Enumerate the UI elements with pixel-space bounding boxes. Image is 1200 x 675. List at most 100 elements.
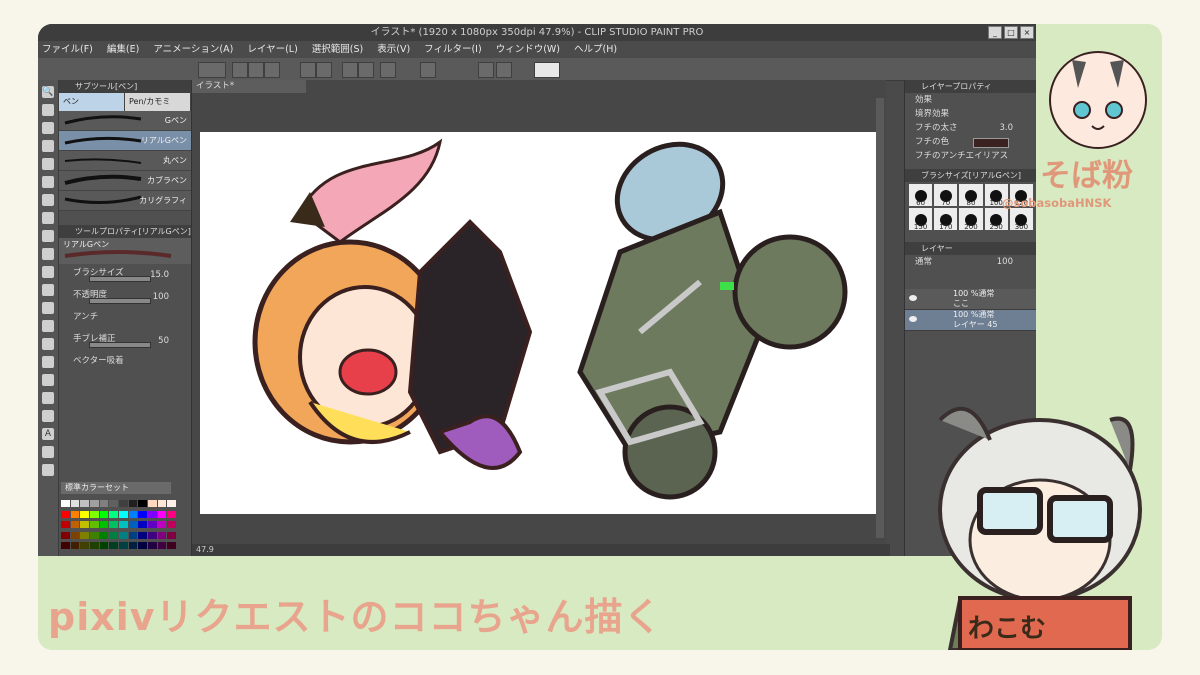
color-swatch[interactable]	[128, 542, 138, 550]
brush-size-option[interactable]: 300	[1009, 208, 1033, 231]
brush-size-option[interactable]: 80	[959, 184, 983, 207]
border-color-swatch[interactable]	[973, 138, 1009, 148]
color-swatch[interactable]	[109, 500, 118, 507]
color-swatch[interactable]	[157, 521, 167, 529]
layer-blend-row[interactable]: 通常 100	[905, 255, 1036, 269]
color-swatch[interactable]	[167, 521, 176, 529]
color-swatch[interactable]	[157, 510, 167, 518]
selection-icon[interactable]	[42, 158, 54, 170]
stabilize-slider[interactable]	[89, 342, 151, 348]
color-swatch[interactable]	[90, 521, 99, 529]
color-swatch[interactable]	[90, 510, 99, 518]
menu-edit[interactable]: 編集(E)	[107, 41, 139, 58]
color-swatch[interactable]	[119, 500, 128, 507]
color-swatch[interactable]	[148, 521, 157, 529]
color-swatch[interactable]	[138, 521, 147, 529]
layer-item[interactable]: 100 %通常 ここ	[905, 289, 1036, 310]
antialias-row[interactable]: アンチ	[59, 308, 191, 330]
open-file-icon[interactable]	[248, 62, 264, 78]
balloon-icon[interactable]	[42, 446, 54, 458]
vertical-scrollbar[interactable]	[876, 98, 884, 538]
airbrush-icon[interactable]	[42, 266, 54, 278]
color-swatch[interactable]	[70, 531, 80, 539]
drawing-canvas[interactable]	[200, 132, 878, 514]
menu-window[interactable]: ウィンドウ(W)	[496, 41, 560, 58]
vector-snap-row[interactable]: ベクター吸着	[59, 352, 191, 374]
new-file-icon[interactable]	[232, 62, 248, 78]
close-icon[interactable]: ×	[1020, 26, 1034, 39]
color-swatch[interactable]	[138, 531, 147, 539]
canvas-tab[interactable]: イラスト*	[192, 80, 306, 93]
color-swatch[interactable]	[128, 500, 138, 507]
color-swatch[interactable]	[90, 500, 99, 507]
pencil-icon[interactable]	[42, 230, 54, 242]
ruler-icon[interactable]	[420, 62, 436, 78]
gradient-icon[interactable]	[42, 356, 54, 368]
frame-icon[interactable]	[42, 392, 54, 404]
color-swatch[interactable]	[61, 521, 70, 529]
transform-icon[interactable]	[358, 62, 374, 78]
color-swatch[interactable]	[128, 510, 138, 518]
color-set-select[interactable]: 標準カラーセット	[61, 482, 171, 494]
color-swatch[interactable]	[109, 510, 118, 518]
eye-icon[interactable]	[909, 295, 917, 301]
color-swatch[interactable]	[90, 542, 99, 550]
brush-size-slider[interactable]	[89, 276, 151, 282]
border-effect-label[interactable]: 境界効果	[905, 107, 1036, 121]
color-swatch[interactable]	[80, 531, 89, 539]
color-swatch[interactable]	[167, 542, 176, 550]
color-swatch[interactable]	[70, 510, 80, 518]
color-swatch[interactable]	[80, 510, 89, 518]
save-icon[interactable]	[264, 62, 280, 78]
color-swatch[interactable]	[157, 542, 167, 550]
figure-icon[interactable]	[42, 374, 54, 386]
color-swatch[interactable]	[119, 542, 128, 550]
color-swatch[interactable]	[80, 521, 89, 529]
color-swatch[interactable]	[148, 542, 157, 550]
color-swatch[interactable]	[167, 531, 176, 539]
clear-selection-icon[interactable]	[342, 62, 358, 78]
brush-item-real-g-pen[interactable]: リアルGペン	[59, 131, 191, 151]
auto-select-icon[interactable]	[42, 176, 54, 188]
color-swatch[interactable]	[109, 521, 118, 529]
color-swatch[interactable]	[70, 500, 80, 507]
tab-pen[interactable]: ペン	[59, 93, 125, 111]
color-swatch[interactable]	[109, 542, 118, 550]
pen-icon[interactable]	[42, 212, 54, 224]
tab-pen-kamomi[interactable]: Pen/カモミ	[125, 93, 191, 111]
opacity-row[interactable]: 不透明度 100	[59, 286, 191, 308]
fill-icon[interactable]	[42, 338, 54, 350]
blend-icon[interactable]	[42, 320, 54, 332]
color-swatch[interactable]	[167, 500, 176, 507]
menu-file[interactable]: ファイル(F)	[42, 41, 93, 58]
opacity-slider[interactable]	[89, 298, 151, 304]
color-swatch[interactable]	[119, 521, 128, 529]
layer-opacity[interactable]: 100	[997, 255, 1013, 269]
color-swatch[interactable]	[99, 531, 109, 539]
color-swatch[interactable]	[138, 542, 147, 550]
eraser-icon[interactable]	[42, 302, 54, 314]
layer-blend-mode[interactable]: 通常	[915, 257, 932, 267]
eye-icon[interactable]	[909, 316, 917, 322]
color-swatch[interactable]	[119, 531, 128, 539]
color-swatch[interactable]	[157, 531, 167, 539]
ruler-tool-icon[interactable]	[42, 410, 54, 422]
undo-icon[interactable]	[300, 62, 316, 78]
crop-icon[interactable]	[380, 62, 396, 78]
color-swatch[interactable]	[99, 542, 109, 550]
border-width-row[interactable]: フチの太さ 3.0	[905, 121, 1036, 135]
color-swatch[interactable]	[148, 500, 157, 507]
brush-size-option[interactable]: 200	[959, 208, 983, 231]
menu-help[interactable]: ヘルプ(H)	[574, 41, 617, 58]
redo-icon[interactable]	[316, 62, 332, 78]
operation-icon[interactable]	[42, 122, 54, 134]
color-swatch[interactable]	[99, 521, 109, 529]
color-swatch[interactable]	[61, 500, 70, 507]
menu-filter[interactable]: フィルター(I)	[424, 41, 482, 58]
brush-size-option[interactable]: 70	[934, 184, 958, 207]
color-swatch[interactable]	[99, 500, 109, 507]
clip-studio-icon[interactable]	[198, 62, 226, 78]
zoom-readout[interactable]: 47.9	[196, 545, 214, 554]
brush-size-option[interactable]: 150	[909, 208, 933, 231]
color-swatch[interactable]	[119, 510, 128, 518]
